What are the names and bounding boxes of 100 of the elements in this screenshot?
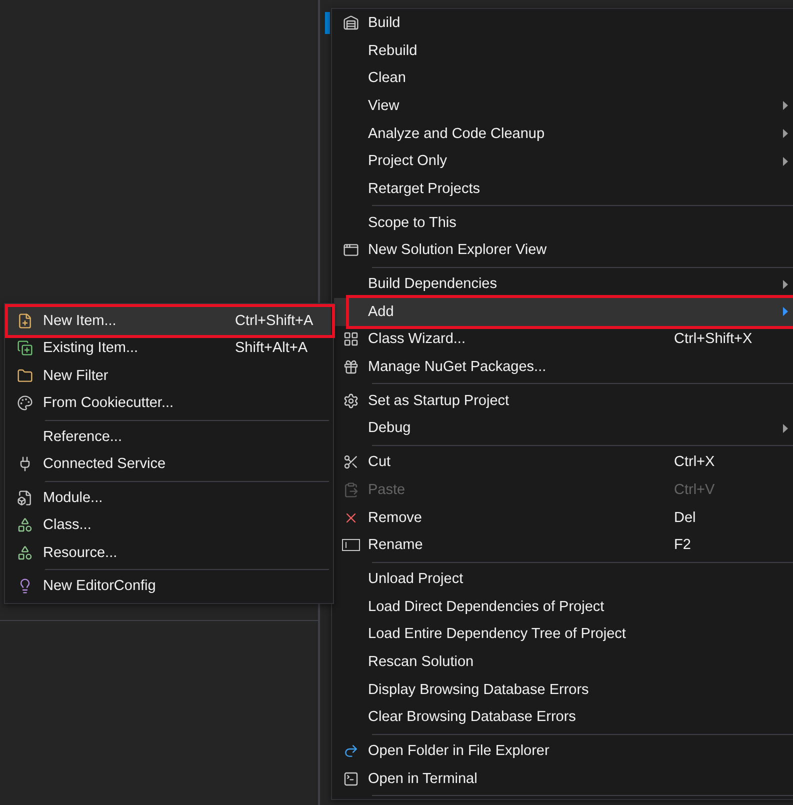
menu-item[interactable]: Remove Del	[334, 504, 793, 532]
submenu-arrow-icon	[782, 307, 788, 316]
menu-item-label: Open in Terminal	[368, 770, 478, 787]
menu-item-label: Add	[368, 304, 395, 320]
menu-item[interactable]: Open in Terminal	[334, 764, 793, 793]
add-file-icon	[17, 340, 33, 356]
menu-item[interactable]: Clear Browsing Database Errors	[334, 704, 793, 732]
clipboard-icon	[343, 482, 359, 498]
submenu-arrow-icon	[782, 424, 788, 433]
menu-item[interactable]: Scope to This	[334, 208, 793, 236]
menu-item-label: Project Only	[368, 153, 448, 170]
menu-item[interactable]: Class...	[7, 512, 331, 539]
menu-item[interactable]: Resource...	[7, 539, 331, 566]
menu-item-label: From Cookiecutter...	[43, 395, 175, 412]
menu-item[interactable]: Display Browsing Database Errors	[334, 676, 793, 704]
menu-item[interactable]: Debug	[334, 414, 793, 442]
menu-item[interactable]: Load Direct Dependencies of Project	[334, 592, 793, 620]
menu-item-label: Class...	[43, 517, 92, 534]
menu-item-label: Load Entire Dependency Tree of Project	[368, 626, 627, 642]
new-file-icon	[17, 312, 33, 329]
submenu-arrow-icon	[782, 101, 788, 110]
menu-item[interactable]: New EditorConfig	[7, 572, 331, 600]
shortcut-text: Del	[674, 510, 697, 526]
menu-item-label: Class Wizard...	[368, 331, 466, 348]
menu-item-label: Rescan Solution	[368, 654, 475, 670]
menu-item-label: Unload Project	[368, 570, 464, 587]
menu-item-label: Analyze and Code Cleanup	[368, 126, 546, 142]
grid-icon	[343, 331, 359, 348]
menu-item[interactable]: Rebuild	[334, 36, 793, 64]
shortcut-text: Ctrl+V	[674, 482, 716, 498]
menu-item-label: Retarget Projects	[368, 180, 482, 197]
menu-item[interactable]: Reference...	[7, 423, 331, 450]
menu-item-label: New Filter	[43, 368, 110, 384]
submenu-arrow-icon	[782, 129, 788, 138]
menu-item[interactable]: Unload Project	[334, 565, 793, 593]
menu-item[interactable]: New Solution Explorer View	[334, 236, 793, 264]
menu-item-label: New Solution Explorer View	[368, 242, 548, 258]
menu-item[interactable]: Retarget Projects	[334, 175, 793, 203]
shortcut-text: Ctrl+Shift+X	[674, 331, 754, 348]
shortcut-text: F2	[674, 537, 692, 554]
menu-item-label: Build	[368, 14, 402, 31]
menu-item-label: New Item...	[43, 312, 118, 329]
menu-item-label: Paste	[368, 482, 406, 498]
gift-icon	[343, 359, 359, 376]
rename-icon	[342, 539, 360, 552]
menu-item[interactable]: Set as Startup Project	[334, 386, 793, 415]
submenu-arrow-icon	[782, 156, 788, 166]
menu-item[interactable]: Add	[334, 298, 793, 326]
menu-item-label: Module...	[43, 490, 104, 506]
shortcut-text: Ctrl+X	[674, 454, 716, 470]
menu-item[interactable]: Load Entire Dependency Tree of Project	[334, 620, 793, 648]
menu-item[interactable]: Build Dependencies	[334, 270, 793, 298]
menu-item[interactable]: Class Wizard... Ctrl+Shift+X	[334, 326, 793, 354]
menu-item[interactable]: From Cookiecutter...	[7, 390, 331, 417]
menu-item-label: Rename	[368, 537, 424, 554]
menu-item[interactable]: View	[334, 92, 793, 120]
menu-item-label: View	[368, 98, 400, 114]
menu-item[interactable]: Manage NuGet Packages...	[334, 353, 793, 381]
menu-item[interactable]: Connected Service	[7, 450, 331, 478]
menu-item-label: Remove	[368, 510, 423, 526]
menu-item-label: Reference...	[43, 428, 123, 445]
menu-item-label: Cut	[368, 454, 392, 470]
menu-item[interactable]: Cut Ctrl+X	[334, 448, 793, 476]
scissors-icon	[343, 454, 359, 470]
submenu-arrow-icon	[782, 280, 788, 289]
menu-item-label: Open Folder in File Explorer	[368, 743, 550, 760]
curved-arrow-icon	[343, 743, 359, 760]
menu-item-label: Scope to This	[368, 214, 458, 231]
module-icon	[17, 490, 33, 506]
menu-item-label: Connected Service	[43, 456, 167, 472]
menu-item[interactable]: Module...	[7, 484, 331, 512]
menu-item[interactable]: Clean	[334, 64, 793, 92]
menu-item-label: Set as Startup Project	[368, 392, 510, 409]
shortcut-text: Shift+Alt+A	[235, 340, 309, 356]
settings-icon	[343, 392, 359, 409]
folder-icon	[17, 368, 33, 384]
menu-item-label: Build Dependencies	[368, 276, 498, 292]
menu-item-label: Display Browsing Database Errors	[368, 682, 590, 698]
menu-item-label: Clean	[368, 70, 407, 86]
selection-marker	[325, 12, 330, 34]
shortcut-text: Ctrl+Shift+A	[235, 312, 314, 329]
menu-item-label: Rebuild	[368, 42, 418, 59]
menu-item-label: Debug	[368, 420, 412, 436]
menu-item-label: Load Direct Dependencies of Project	[368, 598, 606, 615]
menu-item[interactable]: Analyze and Code Cleanup	[334, 120, 793, 148]
menu-item-label: Existing Item...	[43, 340, 140, 356]
menu-item-label: Resource...	[43, 544, 118, 561]
palette-icon	[17, 395, 33, 412]
menu-item-label: Manage NuGet Packages...	[368, 359, 548, 376]
menu-item-label: Clear Browsing Database Errors	[368, 709, 577, 726]
terminal-icon	[343, 770, 359, 787]
menu-item[interactable]: Rescan Solution	[334, 648, 793, 676]
menu-item[interactable]: Project Only	[334, 147, 793, 176]
window-icon	[343, 242, 359, 258]
menu-item-label: New EditorConfig	[43, 578, 157, 594]
menu-item[interactable]: Rename F2	[334, 531, 793, 560]
menu-item[interactable]: Build	[334, 9, 793, 37]
menu-item[interactable]: Open Folder in File Explorer	[334, 737, 793, 765]
menu-item[interactable]: Existing Item... Shift+Alt+A	[7, 334, 331, 362]
menu-item[interactable]: New Filter	[7, 362, 331, 390]
